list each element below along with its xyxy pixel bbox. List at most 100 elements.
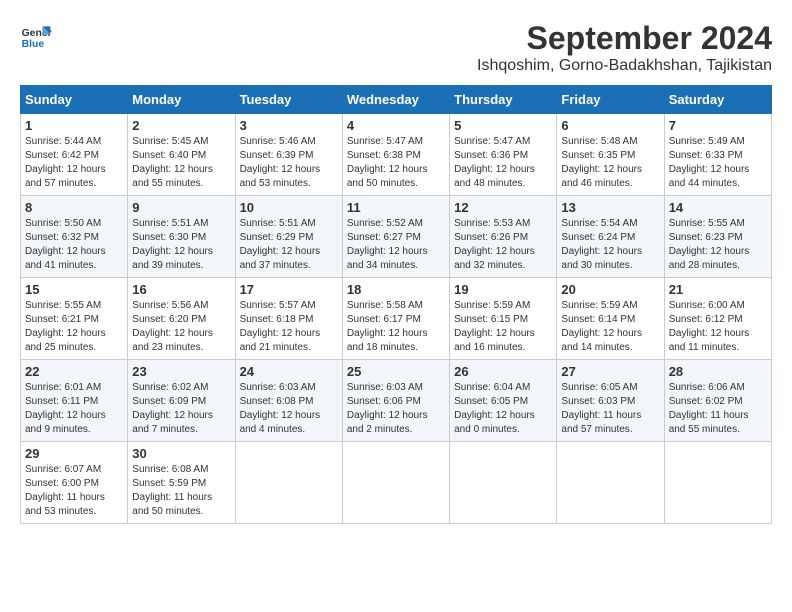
calendar-cell: 17 Sunrise: 5:57 AMSunset: 6:18 PMDaylig…: [235, 278, 342, 360]
calendar-cell: 16 Sunrise: 5:56 AMSunset: 6:20 PMDaylig…: [128, 278, 235, 360]
day-number: 24: [240, 364, 338, 379]
calendar-cell: 2 Sunrise: 5:45 AMSunset: 6:40 PMDayligh…: [128, 114, 235, 196]
day-detail: Sunrise: 6:01 AMSunset: 6:11 PMDaylight:…: [25, 382, 106, 435]
calendar-cell: 27 Sunrise: 6:05 AMSunset: 6:03 PMDaylig…: [557, 360, 664, 442]
day-detail: Sunrise: 6:08 AMSunset: 5:59 PMDaylight:…: [132, 464, 212, 517]
day-detail: Sunrise: 5:47 AMSunset: 6:36 PMDaylight:…: [454, 136, 535, 189]
day-detail: Sunrise: 6:00 AMSunset: 6:12 PMDaylight:…: [669, 300, 750, 353]
col-header-thursday: Thursday: [450, 86, 557, 114]
day-number: 11: [347, 200, 445, 215]
page-title: September 2024: [477, 20, 772, 57]
calendar-cell: 6 Sunrise: 5:48 AMSunset: 6:35 PMDayligh…: [557, 114, 664, 196]
day-detail: Sunrise: 6:06 AMSunset: 6:02 PMDaylight:…: [669, 382, 749, 435]
calendar-cell: [557, 442, 664, 524]
calendar-cell: 8 Sunrise: 5:50 AMSunset: 6:32 PMDayligh…: [21, 196, 128, 278]
day-detail: Sunrise: 5:57 AMSunset: 6:18 PMDaylight:…: [240, 300, 321, 353]
calendar-cell: 15 Sunrise: 5:55 AMSunset: 6:21 PMDaylig…: [21, 278, 128, 360]
calendar-week-1: 1 Sunrise: 5:44 AMSunset: 6:42 PMDayligh…: [21, 114, 772, 196]
day-detail: Sunrise: 5:55 AMSunset: 6:21 PMDaylight:…: [25, 300, 106, 353]
day-detail: Sunrise: 5:53 AMSunset: 6:26 PMDaylight:…: [454, 218, 535, 271]
day-detail: Sunrise: 5:49 AMSunset: 6:33 PMDaylight:…: [669, 136, 750, 189]
calendar-week-4: 22 Sunrise: 6:01 AMSunset: 6:11 PMDaylig…: [21, 360, 772, 442]
day-number: 9: [132, 200, 230, 215]
calendar-cell: [664, 442, 771, 524]
logo-icon: General Blue: [20, 20, 52, 52]
col-header-sunday: Sunday: [21, 86, 128, 114]
calendar-cell: 13 Sunrise: 5:54 AMSunset: 6:24 PMDaylig…: [557, 196, 664, 278]
logo: General Blue: [20, 20, 52, 52]
day-number: 16: [132, 282, 230, 297]
calendar-cell: 25 Sunrise: 6:03 AMSunset: 6:06 PMDaylig…: [342, 360, 449, 442]
day-number: 22: [25, 364, 123, 379]
page-header: General Blue September 2024 Ishqoshim, G…: [20, 20, 772, 75]
day-detail: Sunrise: 5:59 AMSunset: 6:15 PMDaylight:…: [454, 300, 535, 353]
day-detail: Sunrise: 5:46 AMSunset: 6:39 PMDaylight:…: [240, 136, 321, 189]
day-number: 23: [132, 364, 230, 379]
day-number: 12: [454, 200, 552, 215]
day-number: 26: [454, 364, 552, 379]
day-number: 19: [454, 282, 552, 297]
page-subtitle: Ishqoshim, Gorno-Badakhshan, Tajikistan: [477, 57, 772, 75]
header-row: SundayMondayTuesdayWednesdayThursdayFrid…: [21, 86, 772, 114]
calendar-cell: 23 Sunrise: 6:02 AMSunset: 6:09 PMDaylig…: [128, 360, 235, 442]
calendar-cell: 14 Sunrise: 5:55 AMSunset: 6:23 PMDaylig…: [664, 196, 771, 278]
calendar-cell: 29 Sunrise: 6:07 AMSunset: 6:00 PMDaylig…: [21, 442, 128, 524]
day-detail: Sunrise: 6:02 AMSunset: 6:09 PMDaylight:…: [132, 382, 213, 435]
calendar-cell: 18 Sunrise: 5:58 AMSunset: 6:17 PMDaylig…: [342, 278, 449, 360]
title-block: September 2024 Ishqoshim, Gorno-Badakhsh…: [477, 20, 772, 75]
calendar-cell: 5 Sunrise: 5:47 AMSunset: 6:36 PMDayligh…: [450, 114, 557, 196]
calendar-cell: 19 Sunrise: 5:59 AMSunset: 6:15 PMDaylig…: [450, 278, 557, 360]
day-number: 27: [561, 364, 659, 379]
col-header-friday: Friday: [557, 86, 664, 114]
calendar-cell: 11 Sunrise: 5:52 AMSunset: 6:27 PMDaylig…: [342, 196, 449, 278]
day-detail: Sunrise: 6:04 AMSunset: 6:05 PMDaylight:…: [454, 382, 535, 435]
calendar-cell: 26 Sunrise: 6:04 AMSunset: 6:05 PMDaylig…: [450, 360, 557, 442]
day-detail: Sunrise: 5:44 AMSunset: 6:42 PMDaylight:…: [25, 136, 106, 189]
day-number: 15: [25, 282, 123, 297]
calendar-cell: 28 Sunrise: 6:06 AMSunset: 6:02 PMDaylig…: [664, 360, 771, 442]
day-number: 13: [561, 200, 659, 215]
calendar-cell: 24 Sunrise: 6:03 AMSunset: 6:08 PMDaylig…: [235, 360, 342, 442]
svg-text:Blue: Blue: [22, 39, 45, 50]
day-number: 7: [669, 118, 767, 133]
col-header-tuesday: Tuesday: [235, 86, 342, 114]
col-header-wednesday: Wednesday: [342, 86, 449, 114]
day-detail: Sunrise: 6:05 AMSunset: 6:03 PMDaylight:…: [561, 382, 641, 435]
day-detail: Sunrise: 5:51 AMSunset: 6:30 PMDaylight:…: [132, 218, 213, 271]
day-number: 25: [347, 364, 445, 379]
calendar-cell: [235, 442, 342, 524]
calendar-cell: [342, 442, 449, 524]
day-number: 10: [240, 200, 338, 215]
day-number: 1: [25, 118, 123, 133]
day-number: 4: [347, 118, 445, 133]
day-detail: Sunrise: 5:52 AMSunset: 6:27 PMDaylight:…: [347, 218, 428, 271]
day-detail: Sunrise: 5:47 AMSunset: 6:38 PMDaylight:…: [347, 136, 428, 189]
day-number: 2: [132, 118, 230, 133]
day-detail: Sunrise: 5:50 AMSunset: 6:32 PMDaylight:…: [25, 218, 106, 271]
calendar-week-2: 8 Sunrise: 5:50 AMSunset: 6:32 PMDayligh…: [21, 196, 772, 278]
day-detail: Sunrise: 5:48 AMSunset: 6:35 PMDaylight:…: [561, 136, 642, 189]
col-header-monday: Monday: [128, 86, 235, 114]
calendar-cell: 22 Sunrise: 6:01 AMSunset: 6:11 PMDaylig…: [21, 360, 128, 442]
day-detail: Sunrise: 5:59 AMSunset: 6:14 PMDaylight:…: [561, 300, 642, 353]
day-detail: Sunrise: 5:45 AMSunset: 6:40 PMDaylight:…: [132, 136, 213, 189]
calendar-week-5: 29 Sunrise: 6:07 AMSunset: 6:00 PMDaylig…: [21, 442, 772, 524]
day-detail: Sunrise: 5:56 AMSunset: 6:20 PMDaylight:…: [132, 300, 213, 353]
day-number: 8: [25, 200, 123, 215]
calendar-cell: 20 Sunrise: 5:59 AMSunset: 6:14 PMDaylig…: [557, 278, 664, 360]
calendar-cell: [450, 442, 557, 524]
day-detail: Sunrise: 6:03 AMSunset: 6:08 PMDaylight:…: [240, 382, 321, 435]
calendar-cell: 10 Sunrise: 5:51 AMSunset: 6:29 PMDaylig…: [235, 196, 342, 278]
day-number: 20: [561, 282, 659, 297]
day-detail: Sunrise: 5:51 AMSunset: 6:29 PMDaylight:…: [240, 218, 321, 271]
day-number: 14: [669, 200, 767, 215]
calendar-cell: 4 Sunrise: 5:47 AMSunset: 6:38 PMDayligh…: [342, 114, 449, 196]
calendar-cell: 1 Sunrise: 5:44 AMSunset: 6:42 PMDayligh…: [21, 114, 128, 196]
day-number: 3: [240, 118, 338, 133]
calendar-cell: 3 Sunrise: 5:46 AMSunset: 6:39 PMDayligh…: [235, 114, 342, 196]
day-number: 5: [454, 118, 552, 133]
day-detail: Sunrise: 6:03 AMSunset: 6:06 PMDaylight:…: [347, 382, 428, 435]
calendar-cell: 21 Sunrise: 6:00 AMSunset: 6:12 PMDaylig…: [664, 278, 771, 360]
day-number: 17: [240, 282, 338, 297]
col-header-saturday: Saturday: [664, 86, 771, 114]
